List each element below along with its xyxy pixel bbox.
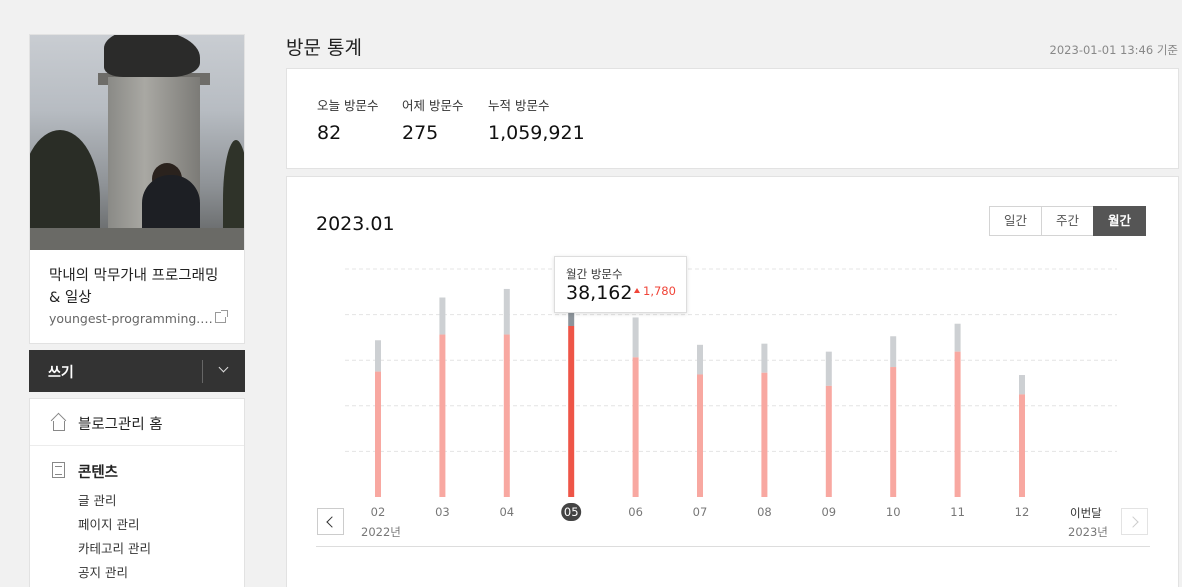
chevron-down-icon[interactable] [218, 363, 228, 373]
yesterday-visits-value: 275 [402, 122, 439, 144]
bar-increment-06[interactable] [632, 317, 639, 358]
write-button-divider [202, 360, 203, 383]
tooltip-label: 월간 방문수 [566, 267, 623, 281]
document-icon [52, 462, 65, 478]
blog-name[interactable]: 막내의 막무가내 프로그래밍 & 일상 [49, 265, 229, 309]
x-tick-10[interactable]: 10 [886, 505, 901, 519]
bar-increment-10[interactable] [890, 336, 897, 368]
bar-increment-12[interactable] [1019, 375, 1025, 395]
visit-summary-card: 오늘 방문수 82 어제 방문수 275 누적 방문수 1,059,921 [286, 68, 1179, 169]
yesterday-visits: 어제 방문수 275 [402, 95, 463, 144]
write-button[interactable]: 쓰기 [29, 350, 245, 392]
write-button-label[interactable]: 쓰기 [48, 362, 74, 382]
bar-05[interactable] [568, 326, 575, 497]
chart-prev-button[interactable] [317, 508, 344, 535]
x-tick-12[interactable]: 12 [1015, 505, 1030, 519]
x-tick-05[interactable]: 05 [564, 505, 579, 519]
x-tick-03[interactable]: 03 [435, 505, 450, 519]
x-tick-11[interactable]: 11 [950, 505, 965, 519]
x-tick-04[interactable]: 04 [499, 505, 514, 519]
blog-profile-image [30, 35, 244, 250]
bar-increment-09[interactable] [825, 351, 832, 386]
sidebar-item-categories[interactable]: 카테고리 관리 [78, 538, 151, 557]
sidebar-item-home[interactable]: 블로그관리 홈 [30, 399, 244, 446]
sidebar-section-content[interactable]: 콘텐츠 [78, 461, 118, 482]
external-link-icon[interactable] [215, 310, 228, 323]
bar-increment-03[interactable] [439, 297, 446, 335]
bar-02[interactable] [375, 371, 381, 497]
blog-profile-card: 막내의 막무가내 프로그래밍 & 일상 youngest-programming… [29, 34, 245, 344]
total-visits: 누적 방문수 1,059,921 [488, 95, 585, 144]
bar-11[interactable] [954, 351, 961, 497]
tooltip-diff: 1,780 [643, 284, 676, 298]
total-visits-label: 누적 방문수 [488, 98, 550, 113]
chart-next-button[interactable] [1121, 508, 1148, 535]
visit-chart-card: 2023.01 일간 주간 월간 02 03 04 05 06 07 08 09 10 11 12 … [286, 176, 1179, 587]
x-tick-02[interactable]: 02 [371, 505, 386, 519]
bar-04[interactable] [503, 334, 510, 497]
bar-12[interactable] [1019, 394, 1025, 497]
today-visits: 오늘 방문수 82 [317, 95, 378, 144]
increase-arrow-icon [634, 288, 640, 293]
bar-10[interactable] [890, 367, 897, 497]
x-tick-08[interactable]: 08 [757, 505, 772, 519]
current-month-label[interactable]: 이번달 [1070, 505, 1102, 521]
bar-09[interactable] [825, 385, 832, 497]
bar-07[interactable] [697, 374, 703, 497]
bar-increment-02[interactable] [375, 340, 381, 372]
home-icon [50, 414, 66, 431]
end-year-label: 2023년 [1068, 525, 1108, 539]
today-visits-value: 82 [317, 122, 342, 144]
chart-divider [316, 546, 1150, 547]
tooltip-value: 38,162 [566, 282, 633, 304]
bar-increment-04[interactable] [503, 288, 510, 335]
base-timestamp: 2023-01-01 13:46 기준 [1049, 43, 1178, 57]
today-visits-label: 오늘 방문수 [317, 98, 379, 113]
bar-increment-11[interactable] [954, 323, 961, 352]
x-tick-06[interactable]: 06 [628, 505, 643, 519]
chart-tooltip: 월간 방문수 38,162 1,780 [554, 256, 687, 313]
sidebar-item-home-label[interactable]: 블로그관리 홈 [78, 413, 163, 434]
total-visits-value: 1,059,921 [488, 122, 585, 144]
bar-increment-07[interactable] [697, 344, 703, 375]
page-title: 방문 통계 [286, 37, 362, 59]
yesterday-visits-label: 어제 방문수 [402, 98, 464, 113]
bar-03[interactable] [439, 334, 446, 497]
bar-increment-08[interactable] [761, 343, 768, 373]
x-tick-07[interactable]: 07 [693, 505, 708, 519]
start-year-label: 2022년 [361, 525, 401, 539]
bar-08[interactable] [761, 372, 768, 497]
monthly-visits-chart: 02 03 04 05 06 07 08 09 10 11 12 [345, 268, 1117, 521]
bar-06[interactable] [632, 357, 639, 497]
sidebar-menu: 블로그관리 홈 콘텐츠 글 관리 페이지 관리 카테고리 관리 공지 관리 [29, 398, 245, 587]
x-tick-09[interactable]: 09 [821, 505, 836, 519]
sidebar-item-notices[interactable]: 공지 관리 [78, 562, 128, 581]
sidebar-item-posts[interactable]: 글 관리 [78, 490, 116, 509]
sidebar-item-pages[interactable]: 페이지 관리 [78, 514, 139, 533]
blog-url[interactable]: youngest-programming.tistory.com [49, 311, 214, 326]
